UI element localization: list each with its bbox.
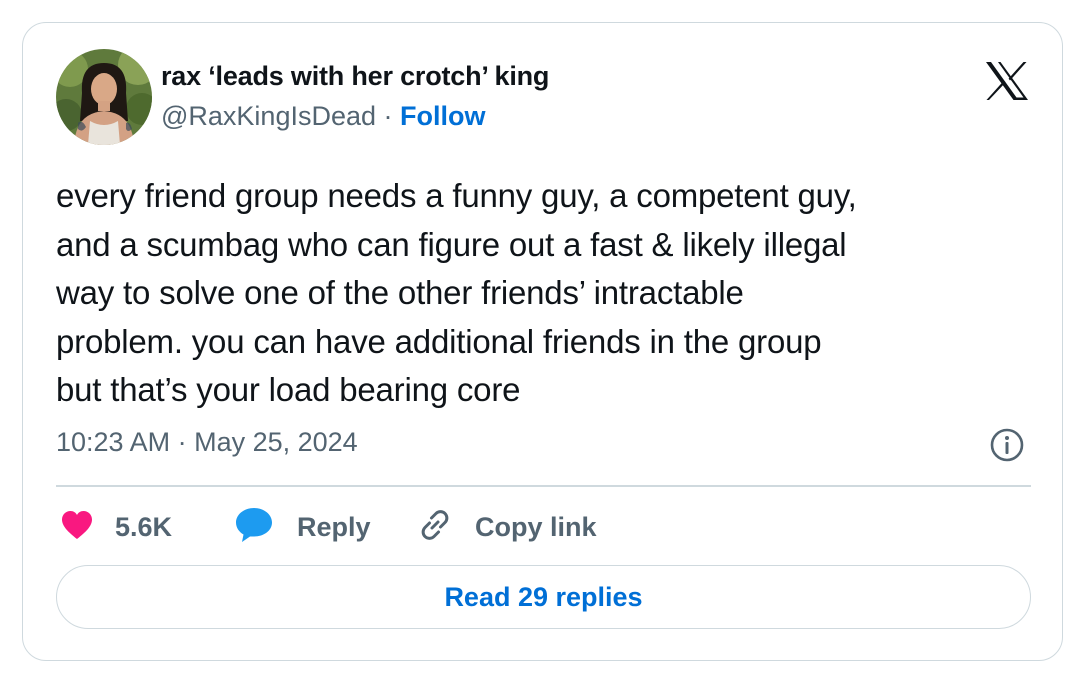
tweet-text-line: and a scumbag who can figure out a fast …	[56, 225, 847, 263]
reply-button[interactable]: Reply	[235, 507, 371, 547]
tweet-text-line: way to solve one of the other friends’ i…	[56, 274, 744, 311]
tweet-card: rax ‘leads with her crotch’ king @RaxKin…	[22, 22, 1063, 661]
author-handle[interactable]: @RaxKingIsDead	[161, 101, 376, 131]
handle-row: @RaxKingIsDead · Follow	[161, 101, 486, 132]
avatar[interactable]	[56, 49, 152, 145]
tweet-text-line: every friend group needs a funny guy, a …	[56, 177, 857, 214]
link-icon	[417, 507, 453, 548]
read-replies-button[interactable]: Read 29 replies	[56, 565, 1031, 629]
speech-bubble-icon	[235, 507, 273, 548]
info-icon[interactable]	[989, 427, 1025, 463]
tweet-text-line: but that’s your load bearing core	[56, 371, 521, 408]
like-button[interactable]: 5.6K	[61, 507, 172, 547]
x-logo-icon[interactable]	[985, 61, 1029, 101]
display-name[interactable]: rax ‘leads with her crotch’ king	[161, 61, 549, 92]
reply-label: Reply	[297, 511, 371, 542]
follow-link[interactable]: Follow	[400, 101, 485, 131]
timestamp-link[interactable]: 10:23 AM · May 25, 2024	[56, 427, 358, 458]
like-count: 5.6K	[115, 511, 173, 542]
copy-link-label: Copy link	[475, 511, 597, 542]
heart-icon	[61, 510, 93, 545]
tweet-text: every friend group needs a funny guy, a …	[56, 172, 1046, 415]
divider	[56, 485, 1031, 487]
copy-link-button[interactable]: Copy link	[417, 507, 597, 547]
separator-dot: ·	[376, 101, 401, 131]
profile-photo	[56, 49, 152, 145]
tweet-text-line: problem. you can have additional friends…	[56, 322, 822, 360]
